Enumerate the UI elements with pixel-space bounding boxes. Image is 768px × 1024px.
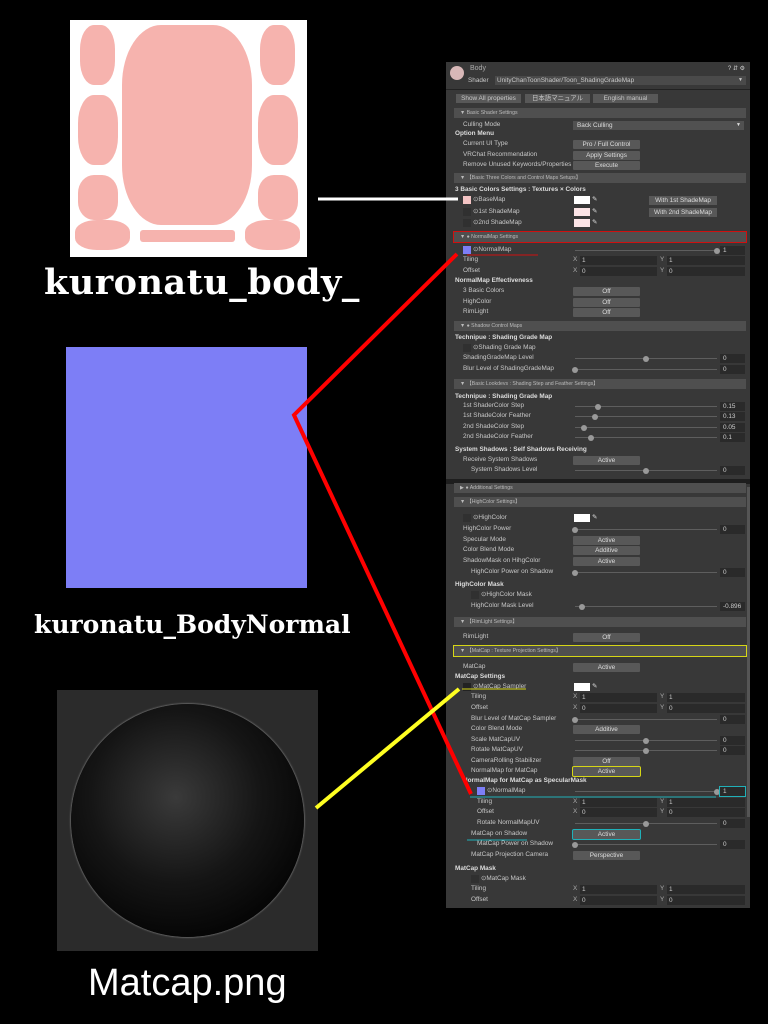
yellow-connector [314, 687, 461, 810]
annotation-lines [291, 197, 716, 841]
red-connector [291, 252, 473, 795]
